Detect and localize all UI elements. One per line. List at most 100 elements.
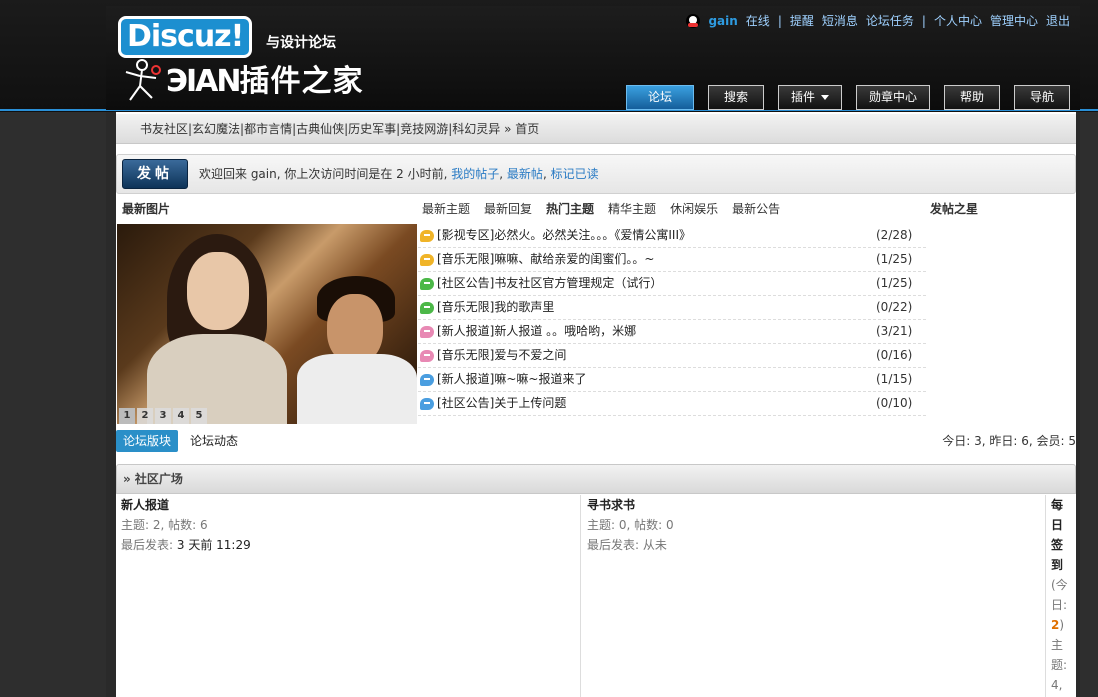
logo-subtitle: 与设计论坛 xyxy=(266,35,336,51)
main-nav: 论坛 搜索 插件 勋章中心 帮助 导航 xyxy=(625,85,1070,110)
thread-bubble-icon xyxy=(420,302,434,314)
tab-forum-activity[interactable]: 论坛动态 xyxy=(190,430,238,452)
thread-reply-count: (0/10) xyxy=(876,396,913,410)
page-wrapper: Discuz! 与设计论坛 ЭIAN插件之家 gain 在线 | 提醒 短消息 … xyxy=(106,0,1080,697)
nav-tab-plugins[interactable]: 插件 xyxy=(777,85,842,110)
tab-leisure[interactable]: 休闲娱乐 xyxy=(670,196,718,222)
site-name: ЭIAN插件之家 xyxy=(166,64,364,99)
forum-today-count: (今日:2) xyxy=(1051,578,1068,632)
thread-bubble-icon xyxy=(420,254,434,266)
forum-cell[interactable]: 寻书求书 主题: 0, 帖数: 0 最后发表: 从未 xyxy=(582,495,1046,697)
site-logo[interactable]: Discuz! 与设计论坛 ЭIAN插件之家 xyxy=(116,12,416,102)
thread-row[interactable]: [影视专区]必然火。必然关注。。。《爱情公寓III》 (2/28) xyxy=(418,224,926,248)
slide-page-2[interactable]: 2 xyxy=(137,408,153,424)
thread-title[interactable]: [社区公告]书友社区官方管理规定（试行） xyxy=(437,272,662,295)
qq-penguin-icon xyxy=(686,13,701,28)
user-menu: gain 在线 | 提醒 短消息 论坛任务 | 个人中心 管理中心 退出 xyxy=(686,12,1070,29)
thread-bubble-icon xyxy=(420,398,434,410)
thread-title[interactable]: [社区公告]关于上传问题 xyxy=(437,392,566,415)
my-posts-link[interactable]: 我的帖子 xyxy=(451,167,499,181)
site-header: Discuz! 与设计论坛 ЭIAN插件之家 gain 在线 | 提醒 短消息 … xyxy=(106,6,1080,110)
slideshow-pager: 1 2 3 4 5 xyxy=(119,408,207,424)
thread-reply-count: (1/25) xyxy=(876,276,913,290)
post-star-title: 发帖之星 xyxy=(930,202,979,216)
thread-bubble-icon xyxy=(420,326,434,338)
slide-page-5[interactable]: 5 xyxy=(191,408,207,424)
nav-tab-help[interactable]: 帮助 xyxy=(944,85,1000,110)
admin-link[interactable]: 管理中心 xyxy=(990,12,1038,29)
welcome-message: 欢迎回来 gain, 你上次访问时间是在 2 小时前, 我的帖子, 最新帖, 标… xyxy=(199,167,599,181)
tab-latest-replies[interactable]: 最新回复 xyxy=(484,196,532,222)
nav-tab-medals[interactable]: 勋章中心 xyxy=(855,85,930,110)
thread-reply-count: (2/28) xyxy=(876,228,913,242)
forum-stats: 今日: 3, 昨日: 6, 会员: 5 xyxy=(942,434,1076,448)
thread-row[interactable]: [新人报道]新人报道 。。哦哈哟，米娜 (3/21) xyxy=(418,320,926,344)
thread-bubble-icon xyxy=(420,350,434,362)
section-header[interactable]: » 社区广场 xyxy=(116,464,1076,494)
tab-hot-threads[interactable]: 热门主题 xyxy=(546,196,594,222)
breadcrumb[interactable]: 书友社区|玄幻魔法|都市言情|古典仙侠|历史军事|竞技网游|科幻灵异 » 首页 xyxy=(116,114,1076,144)
profile-link[interactable]: 个人中心 xyxy=(934,12,982,29)
nav-tab-forum[interactable]: 论坛 xyxy=(625,85,694,110)
hot-thread-list: [影视专区]必然火。必然关注。。。《爱情公寓III》 (2/28) [音乐无限]嘛嘛… xyxy=(418,224,926,416)
nav-tab-navigation[interactable]: 导航 xyxy=(1014,85,1070,110)
nav-tab-search[interactable]: 搜索 xyxy=(707,85,764,110)
thread-title[interactable]: [音乐无限]嘛嘛、献给亲爱的闺蜜们。。~ xyxy=(437,248,654,271)
thread-row[interactable]: [音乐无限]我的歌声里 (0/22) xyxy=(418,296,926,320)
thread-title[interactable]: [影视专区]必然火。必然关注。。。《爱情公寓III》 xyxy=(437,224,691,247)
tab-announcements[interactable]: 最新公告 xyxy=(732,196,780,222)
thread-title[interactable]: [新人报道]新人报道 。。哦哈哟，米娜 xyxy=(437,320,636,343)
thread-bubble-icon xyxy=(420,374,434,386)
online-status[interactable]: 在线 xyxy=(746,12,770,29)
forum-stats: 主题: 0, 帖数: 0 xyxy=(587,518,674,532)
slide-page-1[interactable]: 1 xyxy=(119,408,135,424)
thread-reply-count: (1/25) xyxy=(876,252,913,266)
username-link[interactable]: gain xyxy=(708,14,737,28)
discuz-logo: Discuz! xyxy=(118,16,253,58)
thread-row[interactable]: [社区公告]关于上传问题 (0/10) xyxy=(418,392,926,416)
latest-pictures-title: 最新图片 xyxy=(122,202,171,216)
thread-reply-count: (0/16) xyxy=(876,348,913,362)
slide-page-3[interactable]: 3 xyxy=(155,408,171,424)
left-margin xyxy=(0,112,106,697)
messages-link[interactable]: 短消息 xyxy=(822,12,858,29)
thread-row[interactable]: [音乐无限]嘛嘛、献给亲爱的闺蜜们。。~ (1/25) xyxy=(418,248,926,272)
forum-name[interactable]: 每日签到 xyxy=(1051,495,1072,575)
forum-name[interactable]: 新人报道 xyxy=(121,495,575,515)
reminder-link[interactable]: 提醒 xyxy=(790,12,814,29)
new-posts-link[interactable]: 最新帖 xyxy=(507,167,543,181)
forum-cell[interactable]: 每日签到 (今日:2) 主题: 4, 帖 xyxy=(1047,495,1076,697)
portal-header-row: 最新图片 最新主题 最新回复 热门主题 精华主题 休闲娱乐 最新公告 发帖之星 xyxy=(116,196,1076,222)
logout-link[interactable]: 退出 xyxy=(1046,12,1070,29)
forum-last-post: 最后发表: 从未 xyxy=(587,538,667,552)
thread-reply-count: (0/22) xyxy=(876,300,913,314)
post-bar: 发帖 欢迎回来 gain, 你上次访问时间是在 2 小时前, 我的帖子, 最新帖… xyxy=(116,154,1076,194)
thread-title[interactable]: [音乐无限]爱与不爱之间 xyxy=(437,344,566,367)
thread-bubble-icon xyxy=(420,230,434,242)
thread-row[interactable]: [新人报道]嘛~嘛~报道来了 (1/15) xyxy=(418,368,926,392)
thread-row[interactable]: [社区公告]书友社区官方管理规定（试行） (1/25) xyxy=(418,272,926,296)
tab-latest-threads[interactable]: 最新主题 xyxy=(422,196,470,222)
latest-picture-slideshow[interactable]: 1 2 3 4 5 xyxy=(117,224,417,424)
thread-title[interactable]: [新人报道]嘛~嘛~报道来了 xyxy=(437,368,586,391)
chevron-down-icon xyxy=(820,95,829,100)
right-margin xyxy=(1080,112,1098,697)
thread-title[interactable]: [音乐无限]我的歌声里 xyxy=(437,296,554,319)
forum-last-post: 最后发表: 3 天前 11:29 xyxy=(121,538,251,552)
mark-read-link[interactable]: 标记已读 xyxy=(551,167,599,181)
thread-reply-count: (3/21) xyxy=(876,324,913,338)
forum-list: 新人报道 主题: 2, 帖数: 6 最后发表: 3 天前 11:29 寻书求书 … xyxy=(116,495,1076,697)
stick-figure-icon xyxy=(125,59,161,101)
thread-tabs: 最新主题 最新回复 热门主题 精华主题 休闲娱乐 最新公告 xyxy=(422,196,780,222)
forum-name[interactable]: 寻书求书 xyxy=(587,495,1040,515)
forum-stats: 主题: 4, 帖 xyxy=(1051,638,1068,692)
thread-row[interactable]: [音乐无限]爱与不爱之间 (0/16) xyxy=(418,344,926,368)
tasks-link[interactable]: 论坛任务 xyxy=(866,12,914,29)
new-post-button[interactable]: 发帖 xyxy=(122,159,188,189)
tab-digest-threads[interactable]: 精华主题 xyxy=(608,196,656,222)
forum-tab-row: 论坛版块 论坛动态 今日: 3, 昨日: 6, 会员: 5 xyxy=(116,430,1076,452)
slide-page-4[interactable]: 4 xyxy=(173,408,189,424)
thread-bubble-icon xyxy=(420,278,434,290)
forum-cell[interactable]: 新人报道 主题: 2, 帖数: 6 最后发表: 3 天前 11:29 xyxy=(116,495,581,697)
tab-forum-sections[interactable]: 论坛版块 xyxy=(116,430,179,452)
